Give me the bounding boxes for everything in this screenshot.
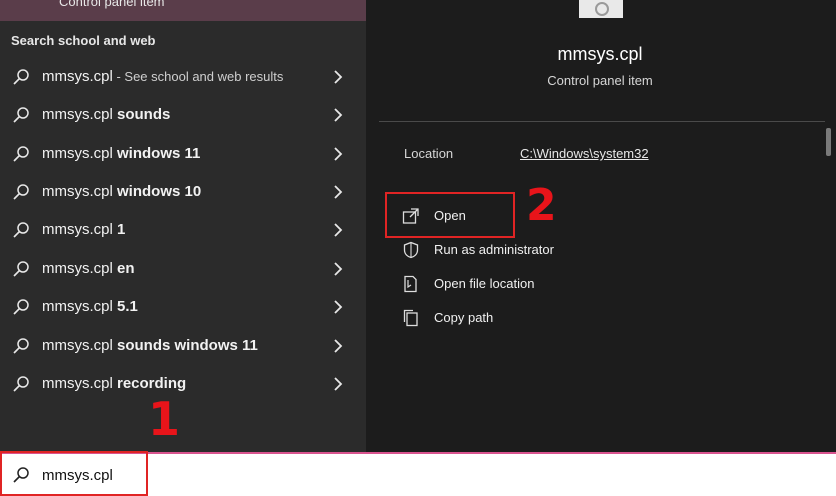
action-copy-path[interactable]: Copy path [402, 305, 652, 331]
location-link[interactable]: C:\Windows\system32 [520, 146, 649, 161]
result-text: mmsys.cpl en [42, 260, 135, 277]
search-result-row[interactable]: mmsys.cpl 5.1 [0, 288, 366, 326]
search-icon [13, 146, 29, 162]
result-bold: en [117, 260, 135, 277]
result-base: mmsys.cpl [42, 106, 117, 123]
chevron-right-icon[interactable] [331, 68, 345, 86]
divider [379, 121, 825, 122]
result-bold: sounds [117, 106, 171, 123]
chevron-right-icon[interactable] [331, 106, 345, 124]
result-base: mmsys.cpl [42, 298, 117, 315]
result-text: mmsys.cpl sounds windows 11 [42, 337, 258, 354]
action-open-file-location-label: Open file location [434, 276, 535, 291]
result-bold: 1 [117, 221, 126, 238]
result-text: mmsys.cpl windows 11 [42, 145, 200, 162]
result-base: mmsys.cpl [42, 375, 117, 392]
result-text: mmsys.cpl windows 10 [42, 183, 201, 200]
search-result-row[interactable]: mmsys.cpl windows 11 [0, 135, 366, 173]
highlight-open-action [385, 192, 515, 238]
search-icon [13, 376, 29, 392]
annotation-step-1: 1 [148, 392, 181, 446]
result-base: mmsys.cpl [42, 183, 117, 200]
chevron-right-icon[interactable] [331, 221, 345, 239]
search-icon [13, 261, 29, 277]
chevron-right-icon[interactable] [331, 183, 345, 201]
annotation-step-2: 2 [526, 180, 557, 231]
shield-icon [403, 241, 419, 259]
app-icon [579, 0, 623, 18]
result-bold: 5.1 [117, 298, 138, 315]
chevron-right-icon[interactable] [331, 375, 345, 393]
chevron-right-icon[interactable] [331, 260, 345, 278]
result-text: mmsys.cpl - See school and web results [42, 68, 283, 85]
search-result-row[interactable]: mmsys.cpl sounds windows 11 [0, 327, 366, 365]
search-icon [13, 69, 29, 85]
app-name: mmsys.cpl [557, 44, 643, 64]
search-icon [13, 184, 29, 200]
chevron-right-icon[interactable] [331, 298, 345, 316]
action-run-as-admin-label: Run as administrator [434, 242, 554, 257]
action-open-file-location[interactable]: Open file location [402, 271, 652, 297]
result-base: mmsys.cpl [42, 337, 117, 354]
search-result-row[interactable]: mmsys.cpl 1 [0, 211, 366, 249]
top-result-label: Control panel item [59, 0, 165, 9]
result-bold: windows 10 [117, 183, 202, 200]
chevron-right-icon[interactable] [331, 337, 345, 355]
search-icon [13, 299, 29, 315]
search-result-row[interactable]: mmsys.cpl windows 10 [0, 173, 366, 211]
copy-icon [403, 309, 418, 327]
section-title: Search school and web [11, 33, 156, 48]
chevron-right-icon[interactable] [331, 145, 345, 163]
search-result-row[interactable]: mmsys.cpl en [0, 250, 366, 288]
result-text: mmsys.cpl 5.1 [42, 298, 138, 315]
search-result-row[interactable]: mmsys.cpl - See school and web results [0, 58, 366, 96]
scrollbar[interactable] [826, 128, 831, 156]
result-base: mmsys.cpl [42, 260, 117, 277]
action-copy-path-label: Copy path [434, 310, 494, 325]
location-label: Location [404, 146, 454, 161]
result-bold: windows 11 [117, 145, 201, 162]
result-base: mmsys.cpl [42, 145, 117, 162]
highlight-search-box [0, 451, 148, 496]
search-icon [13, 222, 29, 238]
result-bold: recording [117, 375, 187, 392]
search-icon [13, 338, 29, 354]
result-text: mmsys.cpl recording [42, 375, 186, 392]
result-base: mmsys.cpl [42, 68, 113, 85]
app-type: Control panel item [547, 73, 653, 88]
result-suffix: - See school and web results [112, 69, 284, 84]
result-text: mmsys.cpl sounds [42, 106, 170, 123]
action-run-as-admin[interactable]: Run as administrator [402, 237, 652, 263]
search-icon [13, 107, 29, 123]
search-result-row[interactable]: mmsys.cpl recording [0, 365, 366, 403]
search-result-row[interactable]: mmsys.cpl sounds [0, 96, 366, 134]
result-bold: sounds windows 11 [117, 337, 258, 354]
result-text: mmsys.cpl 1 [42, 221, 125, 238]
result-base: mmsys.cpl [42, 221, 117, 238]
file-location-icon [404, 275, 417, 293]
top-result-item[interactable]: Control panel item [0, 0, 366, 21]
